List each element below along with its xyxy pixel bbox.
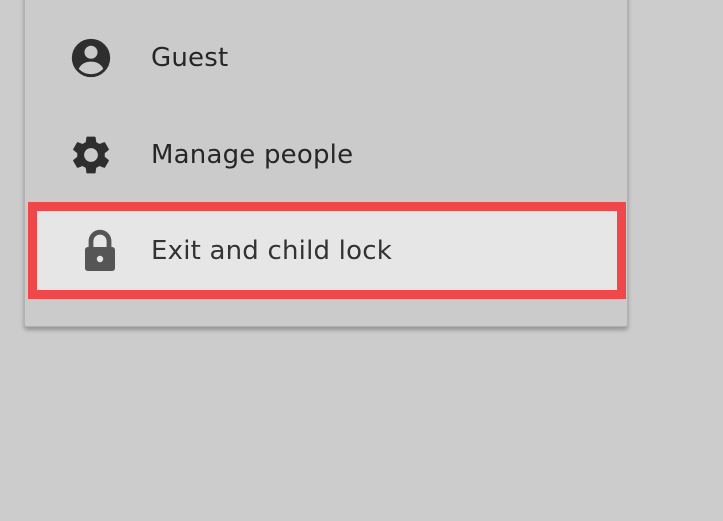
menu-item-label: Exit and child lock [151, 235, 392, 266]
menu-item-label: Guest [151, 43, 229, 73]
gear-icon [67, 131, 115, 179]
menu-item-exit-and-child-lock[interactable]: Exit and child lock [28, 202, 626, 299]
menu-item-guest[interactable]: Guest [25, 10, 627, 106]
menu-item-manage-people[interactable]: Manage people [25, 107, 627, 203]
screen: Guest Manage people Exit and child lock [0, 0, 723, 521]
profile-menu: Guest Manage people Exit and child lock [24, 0, 628, 327]
lock-icon [76, 227, 124, 275]
account-circle-icon [67, 34, 115, 82]
menu-item-label: Manage people [151, 140, 354, 170]
